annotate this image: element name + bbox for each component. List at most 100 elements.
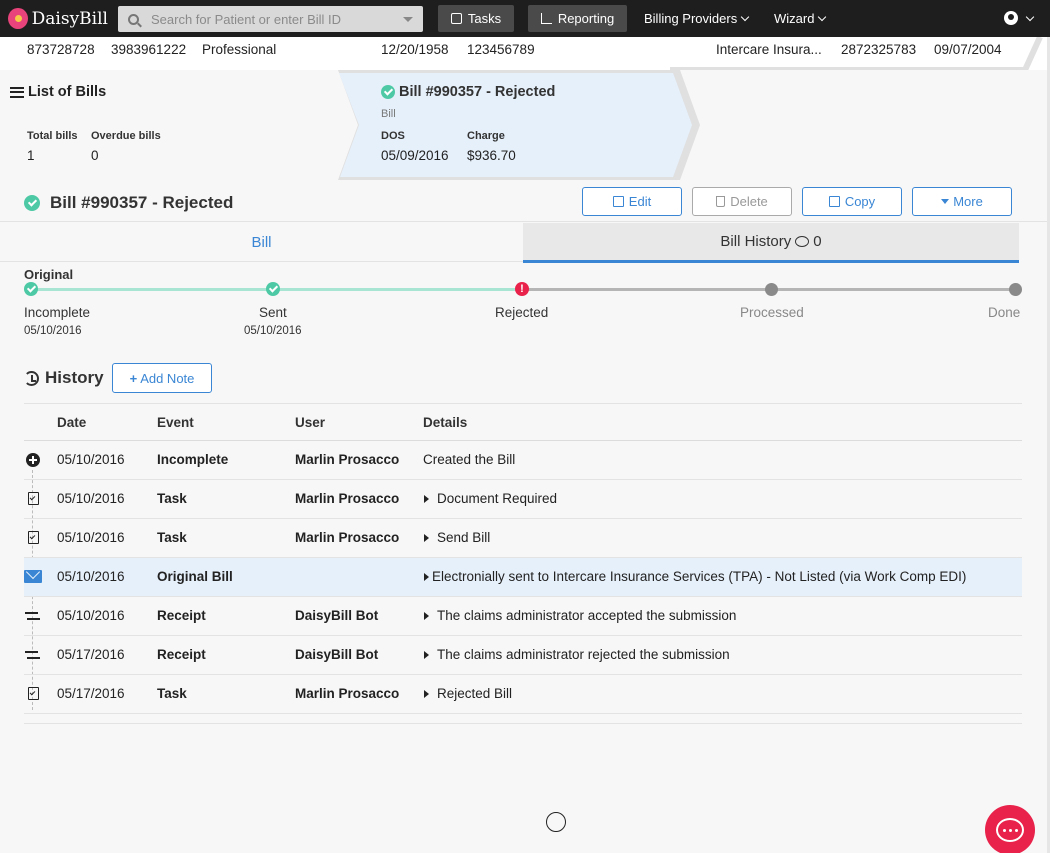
trash-icon	[716, 196, 726, 207]
row-event: Task	[157, 686, 187, 701]
delete-label: Delete	[730, 194, 768, 209]
brand-name: DaisyBill	[31, 8, 108, 29]
step-incomplete-check-icon	[24, 282, 38, 296]
chat-widget-button[interactable]	[985, 805, 1035, 853]
overdue-bills-value: 0	[91, 148, 99, 163]
patient-info-strip: 873728728 3983961222 Professional 12/20/…	[0, 37, 1050, 70]
dos-value: 05/09/2016	[381, 148, 449, 163]
copy-button[interactable]: Copy	[802, 187, 902, 216]
step-label: Sent	[259, 305, 287, 320]
row-event: Incomplete	[157, 452, 229, 467]
check-circle-icon	[24, 195, 40, 211]
clipboard-check-icon	[28, 492, 39, 505]
step-label: Incomplete	[24, 305, 91, 320]
table-row[interactable]: 05/10/2016 Receipt DaisyBill Bot The cla…	[24, 597, 1022, 636]
copy-label: Copy	[844, 194, 876, 209]
table-row[interactable]: 05/17/2016 Task Marlin Prosacco Rejected…	[24, 675, 1022, 714]
bill-card-990357[interactable]: Bill #990357 - Rejected Bill DOS Charge …	[338, 70, 702, 180]
daisy-logo-icon	[8, 8, 28, 29]
step-rejected-alert-icon: !	[515, 282, 529, 296]
step-date: 05/10/2016	[24, 325, 82, 337]
row-date: 05/10/2016	[57, 452, 125, 467]
row-user: DaisyBill Bot	[295, 647, 379, 662]
plus-icon: +	[129, 370, 138, 386]
row-user: Marlin Prosacco	[295, 491, 400, 506]
tab-bill[interactable]: Bill	[0, 223, 523, 262]
info-value: 3983961222	[111, 42, 187, 57]
delete-button[interactable]: Delete	[692, 187, 792, 216]
table-row[interactable]: 05/10/2016 Original Bill Electronially s…	[24, 558, 1022, 597]
user-account-icon[interactable]	[1004, 11, 1018, 25]
billing-providers-menu[interactable]: Billing Providers	[644, 11, 750, 26]
row-user: Marlin Prosacco	[295, 452, 400, 467]
plus-circle-icon	[26, 453, 40, 467]
total-bills-label: Total bills	[27, 130, 78, 142]
row-details-expand[interactable]: Electronially sent to Intercare Insuranc…	[424, 569, 966, 584]
check-circle-icon	[381, 85, 395, 99]
edit-label: Edit	[628, 194, 652, 209]
step-label: Rejected	[495, 305, 549, 320]
total-bills-value: 1	[27, 148, 35, 163]
search-input[interactable]	[151, 11, 391, 27]
bill-card-title: Bill #990357 - Rejected	[381, 84, 555, 100]
row-details-expand[interactable]: Send Bill	[424, 530, 490, 545]
add-note-button[interactable]: + Add Note	[112, 363, 212, 393]
clipboard-check-icon	[28, 531, 39, 544]
search-box[interactable]	[118, 6, 423, 32]
more-button[interactable]: More	[912, 187, 1012, 216]
column-header-date: Date	[57, 415, 87, 430]
copy-icon	[828, 196, 840, 207]
comment-icon	[795, 236, 810, 247]
step-date: 05/10/2016	[244, 325, 302, 337]
exchange-arrows-icon	[25, 650, 40, 660]
row-event: Task	[157, 530, 187, 545]
tab-history-count: 0	[813, 233, 822, 250]
tasks-button[interactable]: Tasks	[438, 5, 514, 32]
search-dropdown-caret-icon[interactable]	[403, 17, 413, 22]
bill-card-title-text: Bill #990357 - Rejected	[399, 84, 556, 100]
table-footer-divider	[24, 714, 1022, 724]
history-icon	[24, 370, 39, 386]
row-details-expand[interactable]: Rejected Bill	[424, 686, 512, 701]
reporting-button[interactable]: Reporting	[528, 5, 627, 32]
charge-value: $936.70	[467, 148, 516, 163]
row-date: 05/10/2016	[57, 569, 125, 584]
bill-card-subtitle: Bill	[381, 108, 396, 120]
overdue-bills-label: Overdue bills	[91, 130, 161, 142]
chevron-down-icon[interactable]	[1025, 12, 1035, 22]
row-date: 05/17/2016	[57, 686, 125, 701]
exchange-arrows-icon	[25, 611, 40, 621]
history-heading: History	[24, 368, 104, 388]
brand-logo[interactable]: DaisyBill	[8, 8, 108, 29]
row-user: DaisyBill Bot	[295, 608, 379, 623]
row-date: 05/17/2016	[57, 647, 125, 662]
chevron-down-icon	[818, 12, 827, 22]
bills-overview: List of Bills Total bills Overdue bills …	[0, 70, 1050, 180]
history-title: History	[45, 368, 104, 387]
table-header: Date Event User Details	[24, 403, 1022, 441]
row-user: Marlin Prosacco	[295, 686, 400, 701]
row-details-expand[interactable]: Document Required	[424, 491, 557, 506]
add-note-label: Add Note	[140, 370, 195, 386]
table-row[interactable]: 05/10/2016 Task Marlin Prosacco Send Bil…	[24, 519, 1022, 558]
search-icon	[128, 13, 139, 25]
chevron-down-icon	[740, 12, 750, 22]
tab-bill-history[interactable]: Bill History 0	[523, 223, 1019, 263]
top-navbar: DaisyBill Tasks Reporting Billing Provid…	[0, 0, 1050, 37]
row-details-expand[interactable]: The claims administrator rejected the su…	[424, 647, 730, 662]
info-value: 12/20/1958	[381, 42, 449, 57]
table-row[interactable]: 05/17/2016 Receipt DaisyBill Bot The cla…	[24, 636, 1022, 675]
dos-label: DOS	[381, 130, 405, 142]
step-label: Done	[988, 305, 1021, 320]
row-event: Receipt	[157, 647, 206, 662]
edit-button[interactable]: Edit	[582, 187, 682, 216]
list-of-bills-link[interactable]: List of Bills	[10, 84, 106, 100]
wizard-menu[interactable]: Wizard	[774, 11, 827, 26]
table-row[interactable]: 05/10/2016 Task Marlin Prosacco Document…	[24, 480, 1022, 519]
column-header-details: Details	[423, 415, 468, 430]
column-header-user: User	[295, 415, 326, 430]
info-value: 873728728	[27, 42, 95, 57]
row-details-expand[interactable]: The claims administrator accepted the su…	[424, 608, 736, 623]
page-title: Bill #990357 - Rejected	[24, 193, 233, 213]
step-sent-check-icon	[266, 282, 280, 296]
